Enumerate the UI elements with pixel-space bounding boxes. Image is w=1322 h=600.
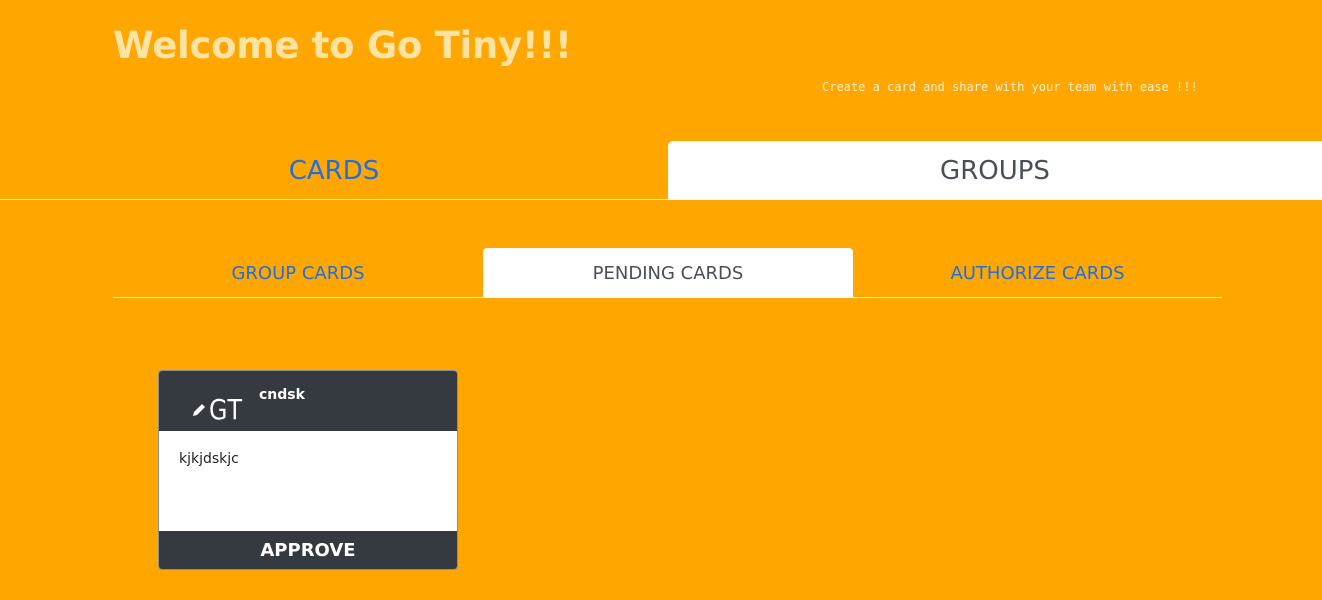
sub-tabs: GROUP CARDS PENDING CARDS AUTHORIZE CARD…	[113, 248, 1222, 298]
main-tabs: CARDS GROUPS	[0, 141, 1322, 200]
card-title: cndsk	[259, 387, 305, 403]
page-title: Welcome to Go Tiny!!!	[113, 24, 572, 67]
tab-group-cards[interactable]: GROUP CARDS	[113, 248, 483, 298]
tab-pending-cards[interactable]: PENDING CARDS	[483, 248, 853, 298]
logo-text: GT	[209, 393, 243, 426]
pending-card: GT cndsk kjkjdskjc APPROVE	[158, 370, 458, 570]
card-header: GT cndsk	[159, 371, 457, 431]
card-logo: GT	[191, 393, 249, 426]
card-body: kjkjdskjc	[179, 451, 239, 467]
tab-groups[interactable]: GROUPS	[668, 141, 1322, 200]
tab-authorize-cards[interactable]: AUTHORIZE CARDS	[853, 248, 1222, 298]
approve-button[interactable]: APPROVE	[159, 531, 457, 569]
pencil-icon	[191, 402, 207, 418]
page-subtitle: Create a card and share with your team w…	[822, 80, 1198, 94]
tab-cards[interactable]: CARDS	[0, 141, 668, 200]
